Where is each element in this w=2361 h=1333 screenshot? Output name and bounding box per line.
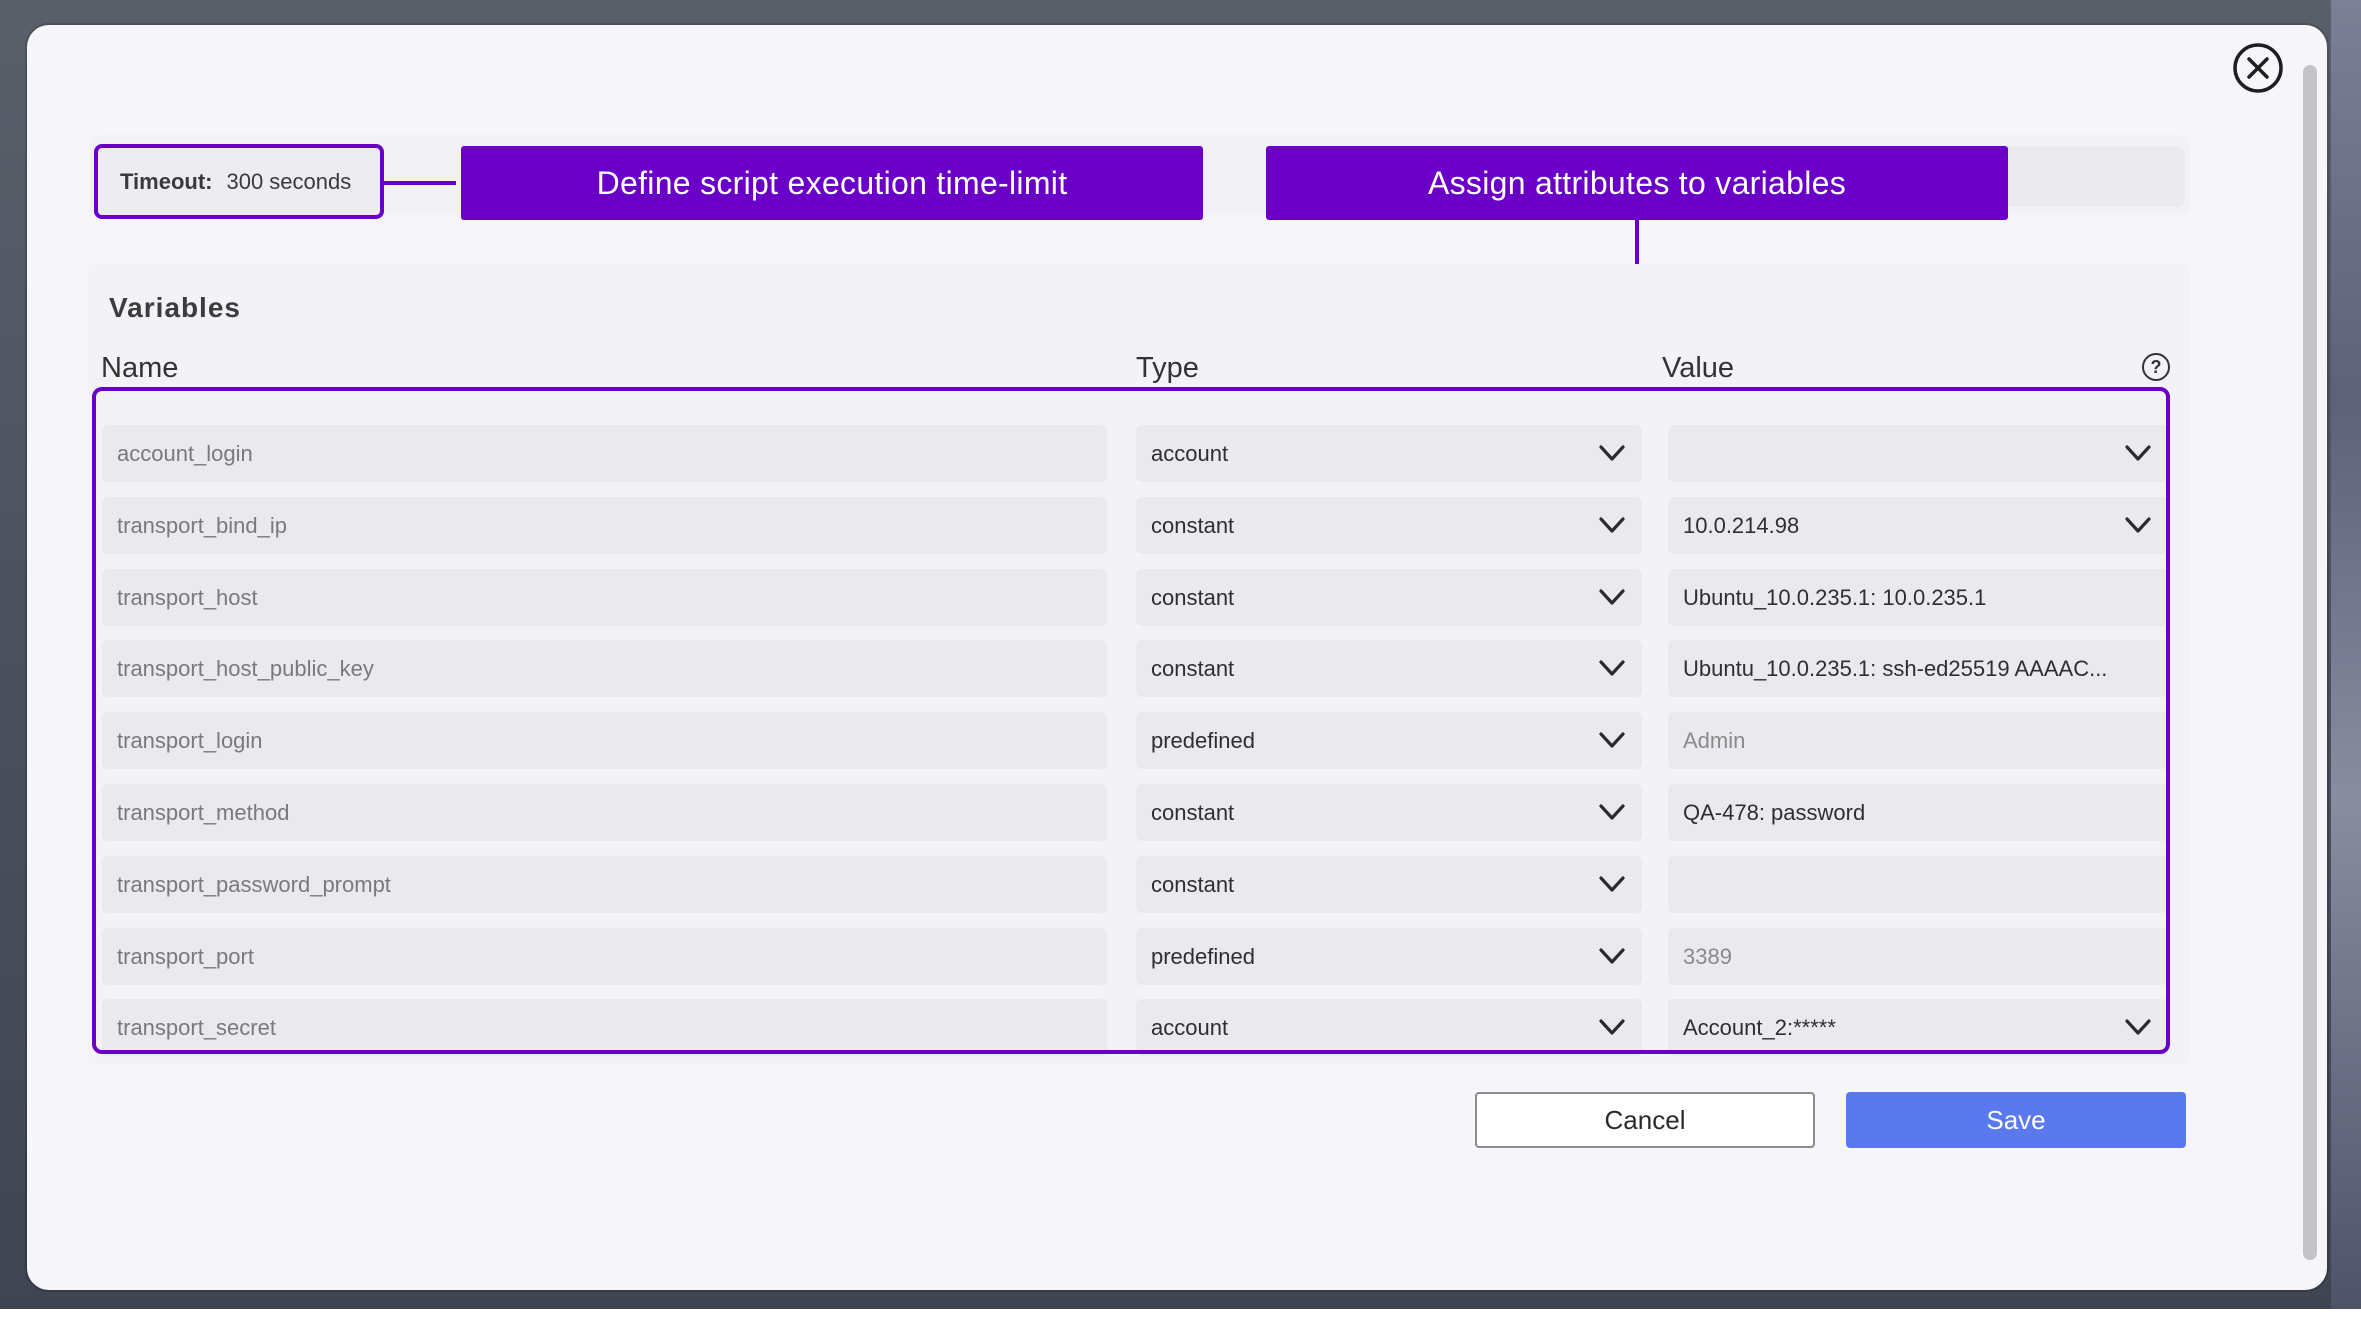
close-button[interactable] — [2232, 42, 2284, 94]
callout-variables: Assign attributes to variables — [1266, 146, 2008, 220]
backdrop-bottom — [0, 1309, 2361, 1333]
help-icon[interactable]: ? — [2142, 353, 2170, 381]
close-icon — [2233, 43, 2283, 93]
column-header-name: Name — [101, 352, 179, 384]
timeout-value: 300 seconds — [226, 168, 352, 194]
cancel-button[interactable]: Cancel — [1475, 1092, 1815, 1148]
callout-timelimit: Define script execution time-limit — [461, 146, 1203, 220]
variables-title: Variables — [109, 292, 241, 323]
timeout-field[interactable]: Timeout: 300 seconds — [94, 144, 384, 219]
timeout-label: Timeout: — [120, 168, 213, 194]
column-header-value: Value — [1662, 352, 1735, 384]
callout-connector-timelimit — [384, 181, 456, 185]
variables-highlight-frame — [92, 387, 2170, 1054]
column-header-type: Type — [1136, 352, 1199, 384]
save-button[interactable]: Save — [1846, 1092, 2186, 1148]
